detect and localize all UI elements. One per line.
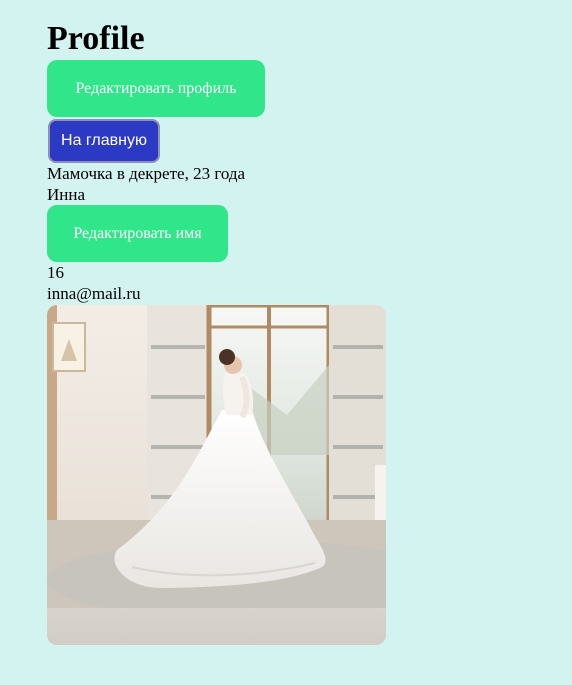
profile-photo [47,305,386,645]
profile-status: Мамочка в декрете, 23 года [47,164,246,183]
page-title: Profile [47,20,145,57]
profile-photo-image [47,305,386,645]
edit-profile-button[interactable]: Редактировать профиль [47,60,265,117]
home-button[interactable]: На главную [48,119,160,163]
profile-age: 16 [47,263,64,282]
profile-email: inna@mail.ru [47,284,141,303]
profile-name: Инна [47,185,86,204]
profile-page: Profile Редактировать профиль На главную… [0,0,572,645]
edit-name-button[interactable]: Редактировать имя [47,205,228,262]
